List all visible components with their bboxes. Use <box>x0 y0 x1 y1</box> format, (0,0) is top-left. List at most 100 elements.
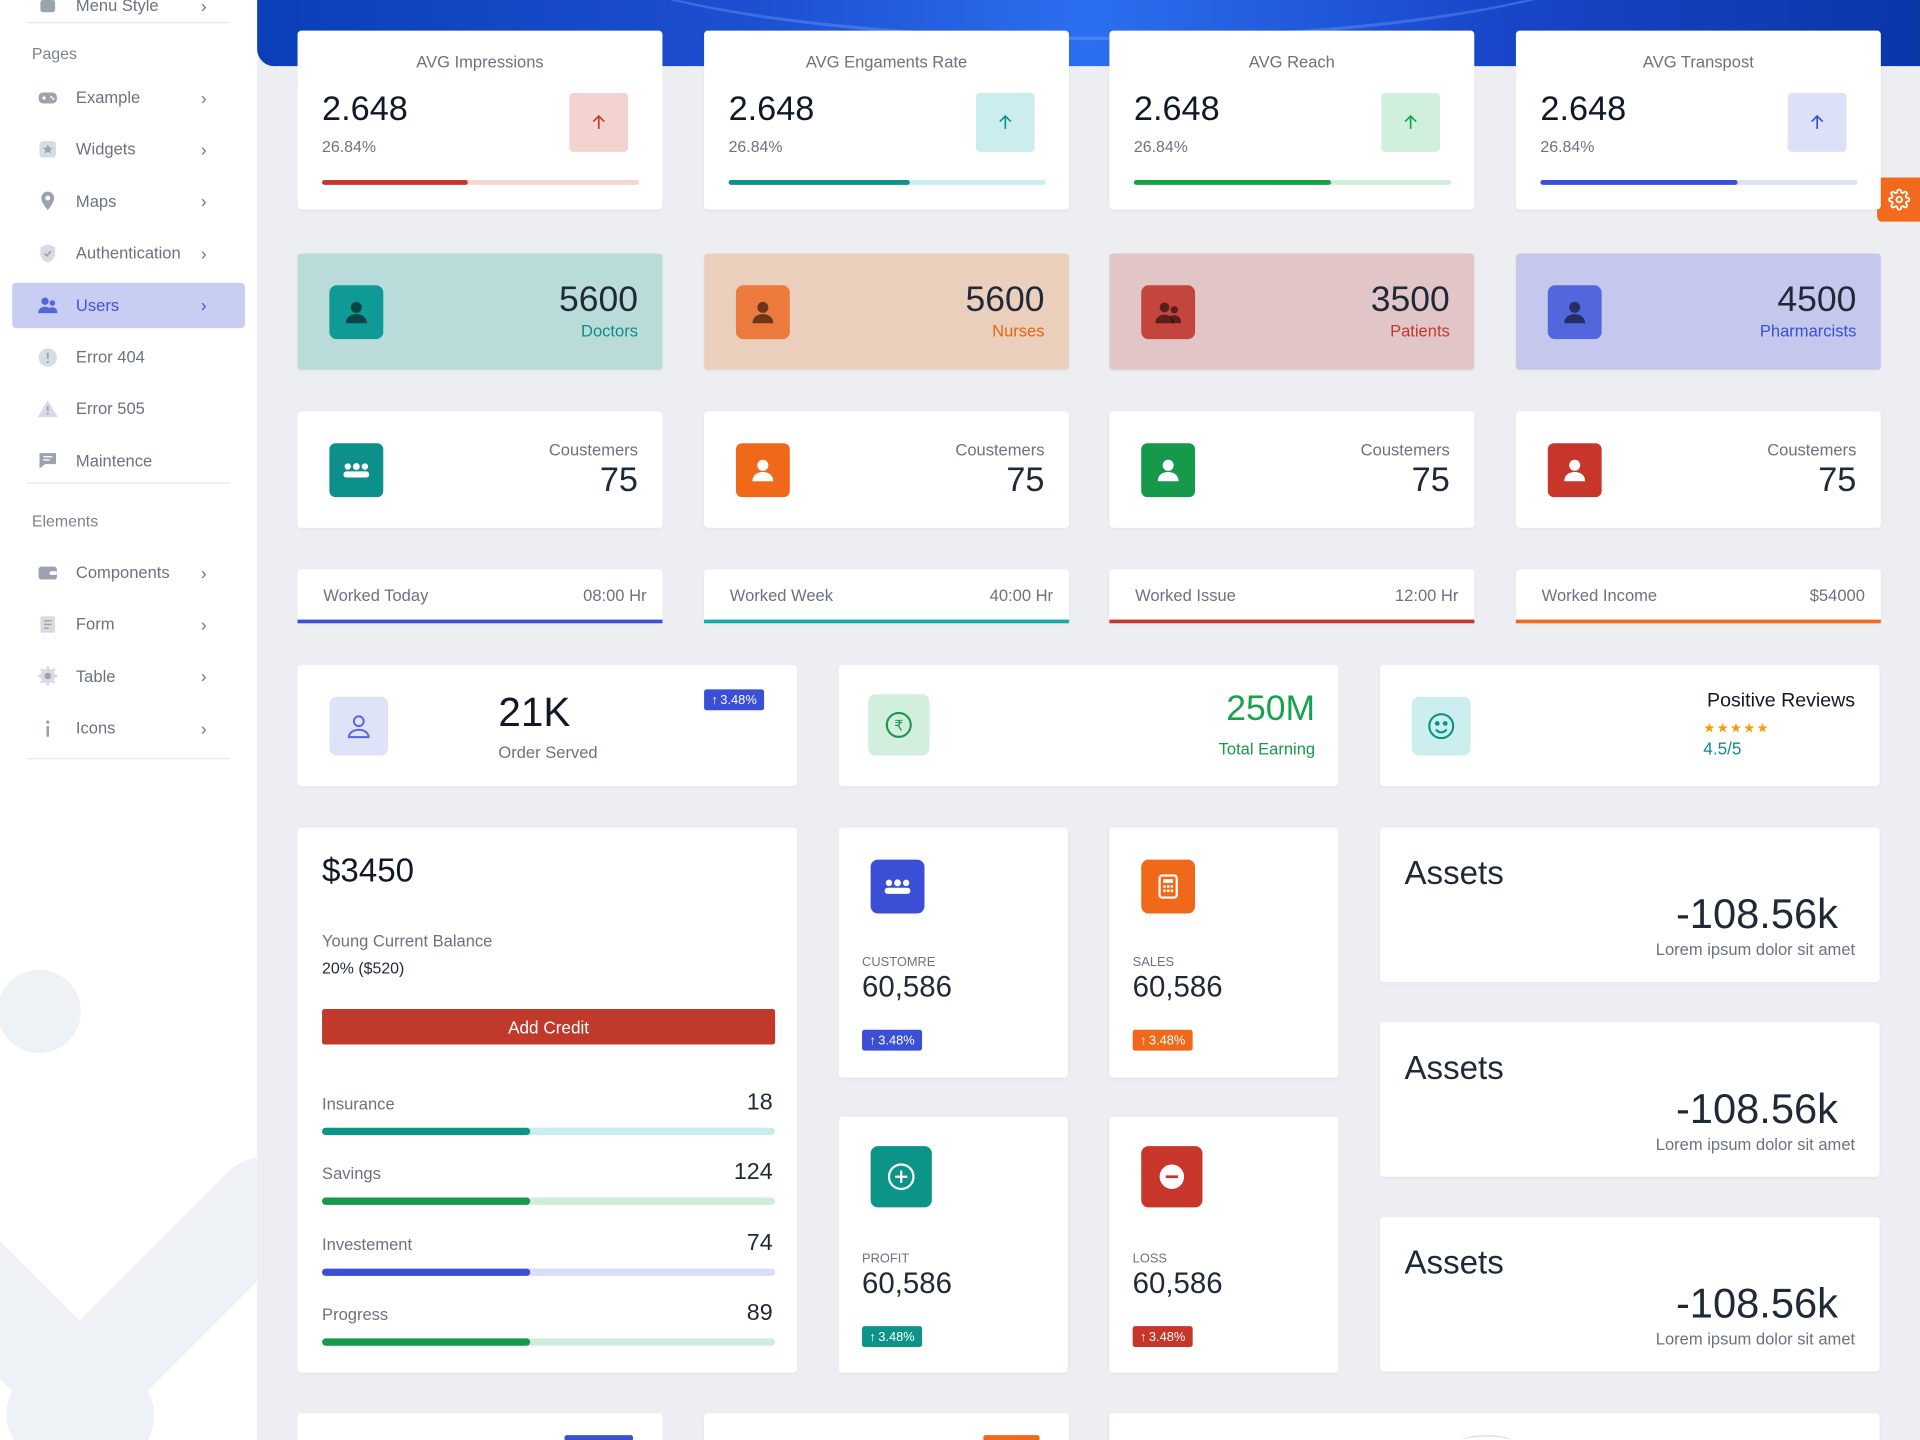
arrow-up-icon <box>975 93 1035 152</box>
arrow-up-icon <box>569 93 629 152</box>
user-icon <box>1547 285 1602 340</box>
accent-line <box>704 619 1069 624</box>
customer-card: Coustemers 75 <box>704 411 1069 528</box>
card-percent: 26.84% <box>1540 137 1595 156</box>
add-credit-button[interactable]: Add Credit <box>322 1008 776 1045</box>
chevron-right-icon: › <box>200 243 207 263</box>
customer-label: Coustemers <box>955 440 1045 460</box>
count-card-doctors: 5600 Doctors <box>297 253 663 370</box>
tile-caption: CUSTOMRE <box>862 955 936 970</box>
chevron-right-icon: › <box>200 718 207 738</box>
settings-gear-button[interactable] <box>1877 177 1920 222</box>
progress-bar <box>322 180 640 185</box>
card-title: AVG Impressions <box>416 52 544 72</box>
positive-reviews-card: Positive Reviews ★★★★★ 4.5/5 <box>1380 664 1880 787</box>
metric-label: Investement <box>322 1235 413 1254</box>
user-outline-icon <box>329 696 389 756</box>
partial-card <box>704 1413 1069 1440</box>
tile-value: 60,586 <box>1132 971 1223 1005</box>
accent-line <box>1515 619 1881 624</box>
metric-label: Savings <box>322 1164 381 1184</box>
card-percent: 26.84% <box>1133 137 1188 156</box>
rating-value: 4.5/5 <box>1703 738 1742 758</box>
sidebar-item-label: Example <box>75 88 141 107</box>
minus-circle-icon <box>1141 1146 1203 1208</box>
worked-card: Worked Issue 12:00 Hr <box>1109 569 1475 624</box>
card-value: 2.648 <box>322 89 408 128</box>
partial-accent <box>564 1435 634 1440</box>
sidebar-item-label: Maps <box>75 191 117 211</box>
worked-card: Worked Income $54000 <box>1515 569 1881 624</box>
assets-card: Assets -108.56k Lorem ipsum dolor sit am… <box>1380 1022 1880 1177</box>
assets-title: Assets <box>1404 1244 1504 1281</box>
avg-card: AVG Reach 2.648 26.84% <box>1109 30 1475 210</box>
sidebar-item-icons[interactable]: Icons › <box>12 706 245 751</box>
sidebar-item-form[interactable]: Form › <box>12 602 245 647</box>
total-earning-card: ₹ 250M Total Earning <box>838 664 1339 787</box>
earning-value: 250M <box>1226 689 1316 729</box>
balance-card: $3450 Young Current Balance 20% ($520) A… <box>297 827 798 1373</box>
count-label: Patients <box>1390 322 1450 341</box>
divider <box>26 22 231 24</box>
metric-progress-bar <box>322 1338 776 1346</box>
gear-icon <box>37 665 59 687</box>
partial-accent <box>1462 1435 1512 1440</box>
sidebar-item-label: Authentication <box>75 243 181 263</box>
sidebar-item-error-505[interactable]: Error 505 <box>12 386 245 431</box>
trend-badge: ↑ 3.48% <box>1132 1029 1193 1051</box>
star-rating: ★★★★★ <box>1703 721 1770 736</box>
arrow-up-icon: ↑ <box>711 692 718 708</box>
tile-caption: SALES <box>1132 955 1175 970</box>
arrow-up-icon: ↑ <box>869 1032 876 1048</box>
gamepad-icon <box>37 86 59 108</box>
user-icon <box>735 443 790 498</box>
count-card-nurses: 5600 Nurses <box>704 253 1069 370</box>
metric-value: 124 <box>733 1159 773 1186</box>
trend-badge: ↑ 3.48% <box>862 1029 923 1051</box>
info-icon <box>37 717 59 739</box>
sidebar-item-label: Maintence <box>75 451 153 470</box>
worked-label: Worked Income <box>1541 586 1658 605</box>
menu-style-icon <box>37 0 59 17</box>
accent-line <box>297 619 663 624</box>
sidebar-item-example[interactable]: Example › <box>12 75 245 120</box>
section-title-elements: Elements <box>31 511 99 531</box>
earning-label: Total Earning <box>1218 739 1316 758</box>
plus-circle-icon <box>870 1146 932 1208</box>
sidebar-item-label: Components <box>75 563 170 582</box>
count-value: 5600 <box>558 280 638 320</box>
avg-card: AVG Transpost 2.648 26.84% <box>1515 30 1881 210</box>
trend-badge: ↑ 3.48% <box>862 1326 923 1347</box>
chevron-right-icon: › <box>200 295 207 315</box>
sidebar-item-components[interactable]: Components › <box>12 550 245 595</box>
count-label: Nurses <box>992 322 1045 341</box>
worked-value: 12:00 Hr <box>1394 586 1459 605</box>
sidebar-item-maintence[interactable]: Maintence <box>12 438 245 483</box>
tile-caption: PROFIT <box>862 1251 910 1267</box>
metric-progress-bar <box>322 1197 776 1206</box>
sidebar-item-widgets[interactable]: Widgets › <box>12 127 245 172</box>
svg-text:₹: ₹ <box>894 717 903 734</box>
sidebar-item-label: Error 505 <box>75 399 145 419</box>
sidebar-item-authentication[interactable]: Authentication › <box>12 230 245 275</box>
sidebar-item-menu-style[interactable]: Menu Style › <box>12 0 245 28</box>
user-icon <box>1547 443 1602 498</box>
order-served-card: 21K Order Served ↑ 3.48% <box>297 664 798 787</box>
customer-value: 75 <box>1006 460 1045 499</box>
sidebar-item-table[interactable]: Table › <box>12 654 245 699</box>
avg-card: AVG Impressions 2.648 26.84% <box>297 30 663 210</box>
map-pin-icon <box>37 190 59 212</box>
chevron-right-icon: › <box>200 87 207 108</box>
star-box-icon <box>37 138 59 160</box>
smile-icon <box>1411 696 1471 756</box>
arrow-up-icon: ↑ <box>1140 1032 1147 1048</box>
arrow-up-icon: ↑ <box>1140 1329 1147 1344</box>
count-card-patients: 3500 Patients <box>1109 253 1475 370</box>
sidebar-item-users[interactable]: Users › <box>12 282 245 328</box>
assets-value: -108.56k <box>1675 891 1838 938</box>
card-title: AVG Engaments Rate <box>805 52 968 72</box>
customer-label: Coustemers <box>548 440 638 460</box>
assets-title: Assets <box>1404 854 1504 892</box>
sidebar-item-maps[interactable]: Maps › <box>12 179 245 224</box>
sidebar-item-error-404[interactable]: Error 404 <box>12 334 245 379</box>
